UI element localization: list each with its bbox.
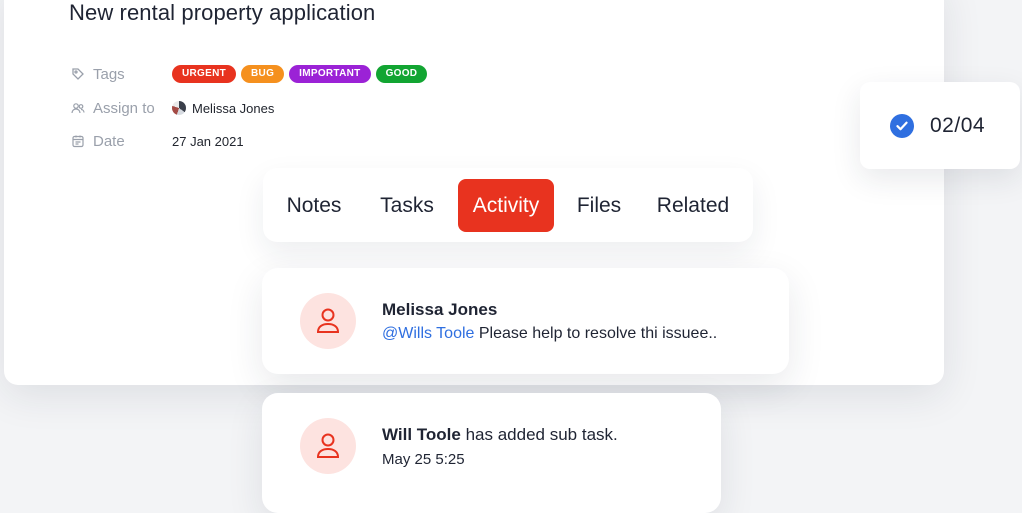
activity-text: has added sub task.: [460, 425, 618, 444]
tab-related[interactable]: Related: [647, 179, 739, 232]
user-icon: [316, 433, 340, 458]
user-icon: [316, 308, 340, 333]
date-value[interactable]: 27 Jan 2021: [172, 134, 244, 149]
tags-row: Tags URGENT BUG IMPORTANT GOOD: [71, 63, 428, 85]
tab-files[interactable]: Files: [565, 179, 633, 232]
tag-good[interactable]: GOOD: [375, 65, 428, 83]
assign-row: Assign to Melissa Jones: [71, 97, 274, 119]
tags-label: Tags: [93, 65, 125, 83]
check-circle-icon: [890, 113, 914, 138]
progress-counter-card: 02/04: [860, 82, 1020, 169]
activity-message: @Wills Toole Please help to resolve thi …: [382, 325, 717, 343]
activity-author: Will Toole: [382, 425, 461, 444]
date-label: Date: [93, 132, 125, 150]
tab-notes[interactable]: Notes: [275, 179, 353, 232]
assignee[interactable]: Melissa Jones: [172, 101, 274, 116]
task-title: New rental property application: [69, 0, 376, 25]
activity-text: Please help to resolve thi issuee..: [474, 325, 718, 342]
tag-important[interactable]: IMPORTANT: [289, 65, 371, 83]
mention-link[interactable]: @Wills Toole: [382, 325, 474, 342]
tag-list: URGENT BUG IMPORTANT GOOD: [172, 65, 428, 83]
assign-label: Assign to: [93, 99, 155, 117]
users-icon: [71, 101, 85, 115]
avatar: [172, 101, 186, 115]
tab-activity[interactable]: Activity: [458, 179, 554, 232]
activity-message: Will Toole has added sub task.: [382, 425, 618, 445]
activity-author: Melissa Jones: [382, 300, 498, 319]
assignee-name: Melissa Jones: [192, 100, 275, 116]
calendar-icon: [71, 134, 85, 148]
progress-counter: 02/04: [930, 113, 986, 137]
tag-icon: [71, 67, 85, 81]
activity-time: May 25 5:25: [382, 451, 465, 468]
avatar: [300, 293, 356, 349]
tab-tasks[interactable]: Tasks: [367, 179, 447, 232]
activity-item[interactable]: Melissa Jones @Wills Toole Please help t…: [262, 268, 789, 374]
avatar: [300, 418, 356, 474]
tag-urgent[interactable]: URGENT: [172, 65, 237, 83]
tab-bar: Notes Tasks Activity Files Related: [263, 168, 753, 242]
activity-item[interactable]: Will Toole has added sub task. May 25 5:…: [262, 393, 721, 513]
tag-bug[interactable]: BUG: [241, 65, 285, 83]
date-row: Date 27 Jan 2021: [71, 130, 244, 152]
